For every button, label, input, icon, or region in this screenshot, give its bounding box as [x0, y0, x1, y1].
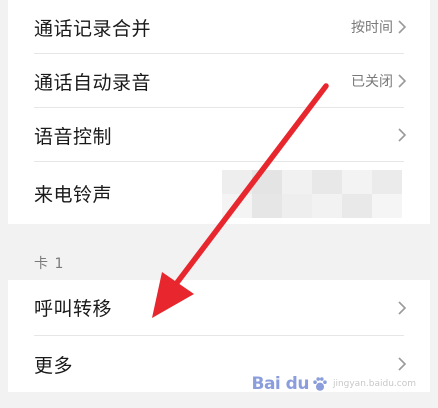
section-header-card-1: 卡 1 [34, 256, 65, 272]
watermark-subtext: jingyan.baidu.com [332, 379, 416, 389]
chevron-right-icon [398, 128, 407, 142]
setting-label: 通话记录合并 [34, 17, 152, 40]
baidu-watermark: Bai du jingyan.baidu.com [251, 374, 416, 394]
setting-label: 语音控制 [34, 125, 113, 148]
setting-label: 呼叫转移 [34, 298, 113, 320]
blurred-ringtone-value [222, 170, 402, 218]
chevron-right-icon [398, 357, 407, 371]
setting-row-call-forwarding[interactable]: 呼叫转移 [8, 280, 430, 335]
setting-row-voice-control[interactable]: 语音控制 [8, 108, 430, 162]
setting-value: 已关闭 [351, 74, 393, 90]
watermark-logo: Bai du [251, 374, 309, 394]
chevron-right-icon [398, 74, 407, 88]
paw-icon [313, 377, 327, 391]
setting-row-auto-record[interactable]: 通话自动录音 已关闭 [8, 54, 430, 108]
setting-label: 通话自动录音 [34, 71, 152, 94]
setting-row-call-log-merge[interactable]: 通话记录合并 按时间 [8, 0, 430, 54]
setting-value: 按时间 [351, 20, 393, 36]
chevron-right-icon [398, 20, 407, 34]
chevron-right-icon [398, 300, 407, 315]
